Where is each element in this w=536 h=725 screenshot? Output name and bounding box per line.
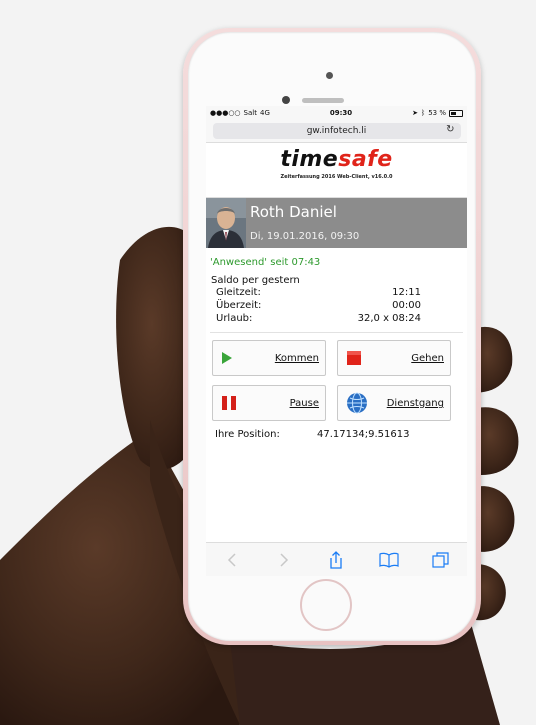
tabs-icon[interactable] [429, 548, 453, 572]
app-header: timesafe Zeiterfassung 2016 Web-Client, … [206, 143, 467, 198]
kommen-button[interactable]: Kommen [212, 340, 326, 376]
balance-row: Überzeit: 00:00 [216, 300, 421, 311]
reload-icon[interactable]: ↻ [446, 124, 454, 135]
action-buttons: Kommen Gehen Pause Dienstgang [212, 340, 467, 421]
url-field[interactable]: gw.infotech.li ↻ [212, 123, 461, 139]
position-value: 47.17134;9.51613 [317, 429, 410, 440]
logo-subtitle: Zeiterfassung 2016 Web-Client, v16.0.0 [280, 174, 393, 180]
balance-row: Urlaub: 32,0 x 08:24 [216, 313, 421, 324]
dienstgang-button[interactable]: Dienstgang [337, 385, 451, 421]
balance-heading: Saldo per gestern [211, 275, 300, 286]
status-bar: ●●●○○ Salt 4G 09:30 ➤ ᛒ 53 % [206, 106, 467, 120]
divider [210, 332, 463, 333]
front-camera [326, 72, 333, 79]
carrier-label: Salt [243, 109, 257, 117]
back-icon[interactable] [220, 548, 244, 572]
position-label: Ihre Position: [215, 429, 280, 440]
forward-icon[interactable] [272, 548, 296, 572]
user-datetime: Di, 19.01.2016, 09:30 [250, 231, 360, 242]
gehen-button[interactable]: Gehen [337, 340, 451, 376]
pause-button[interactable]: Pause [212, 385, 326, 421]
globe-icon [347, 392, 367, 414]
bookmarks-icon[interactable] [377, 548, 401, 572]
avatar [206, 198, 246, 248]
stop-icon [347, 351, 361, 365]
user-banner: Roth Daniel Di, 19.01.2016, 09:30 [206, 198, 467, 248]
clock: 09:30 [329, 109, 353, 117]
timesafe-logo: timesafe [280, 147, 393, 172]
proximity-sensor [282, 96, 290, 104]
network-label: 4G [259, 109, 270, 117]
pause-icon [222, 396, 236, 410]
phone-screen: ●●●○○ Salt 4G 09:30 ➤ ᛒ 53 % gw.infotech… [206, 106, 467, 576]
battery-label: 53 % [428, 109, 446, 117]
url-text: gw.infotech.li [306, 126, 367, 136]
earpiece-speaker [302, 98, 344, 103]
balance-table: Gleitzeit: 12:11 Überzeit: 00:00 Urlaub:… [206, 287, 467, 326]
location-icon: ➤ [412, 109, 418, 117]
position-row: Ihre Position: 47.17134;9.51613 [215, 429, 467, 440]
user-name: Roth Daniel [250, 203, 337, 221]
signal-icon: ●●●○○ [210, 109, 241, 117]
home-button[interactable] [300, 579, 352, 631]
battery-icon [448, 109, 463, 117]
address-bar: gw.infotech.li ↻ [206, 120, 467, 143]
presence-status: 'Anwesend' seit 07:43 [210, 257, 321, 268]
share-icon[interactable] [324, 548, 348, 572]
play-icon [222, 352, 232, 364]
browser-toolbar [206, 542, 467, 576]
balance-row: Gleitzeit: 12:11 [216, 287, 421, 298]
bluetooth-icon: ᛒ [420, 109, 426, 117]
